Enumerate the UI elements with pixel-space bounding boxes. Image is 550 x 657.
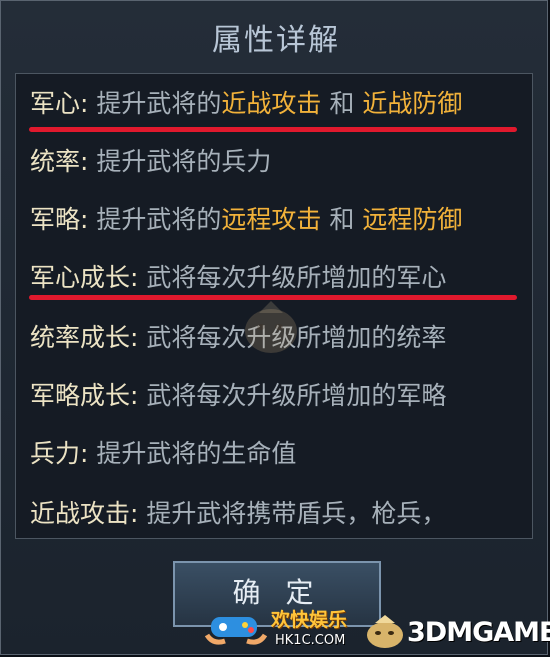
site-url-watermark: HK1C.COM [275,633,346,648]
attribute-term: 近战攻击 [30,499,131,528]
attribute-desc: 提升武将的 [96,89,222,118]
attribute-row-strategy: 军略: 提升武将的远程攻击 和 远程防御 [30,200,462,240]
highlight-melee-attack: 近战攻击 [221,89,322,118]
attribute-term: 军略 [30,205,81,234]
attribute-term: 统率 [30,147,81,176]
attribute-row-morale: 军心: 提升武将的近战攻击 和 近战防御 [30,84,462,124]
separator: : [80,89,97,118]
mascot-logo-icon [367,615,403,648]
attribute-row-morale-growth: 军心成长: 武将每次升级所增加的军心 [30,258,446,298]
attribute-dialog: 属性详解 军心: 提升武将的近战攻击 和 近战防御 统率: 提升武将的兵力 军略… [0,0,550,655]
highlight-melee-defense: 近战防御 [362,89,463,118]
separator: : [130,381,147,410]
highlight-ranged-attack: 远程攻击 [221,205,322,234]
separator: : [80,439,97,468]
attribute-term: 兵力 [30,439,81,468]
attribute-term: 军心成长 [30,263,131,292]
attribute-desc: 提升武将的 [96,205,222,234]
attribute-term: 军心 [30,89,81,118]
gamepad-icon [204,617,268,645]
attribute-row-melee-attack: 近战攻击: 提升武将携带盾兵，枪兵， [30,494,446,534]
attribute-desc: 提升武将的生命值 [96,439,297,468]
attribute-desc: 武将每次升级所增加的军心 [146,263,447,292]
annotation-underline [29,127,517,132]
attribute-desc: 武将每次升级所增加的军略 [146,381,447,410]
attribute-row-troops: 兵力: 提升武将的生命值 [30,434,296,474]
conjunction: 和 [321,89,363,118]
attribute-desc: 提升武将的兵力 [96,147,272,176]
attribute-term: 军略成长 [30,381,131,410]
separator: : [130,499,147,528]
attribute-term: 统率成长 [30,323,131,352]
attribute-row-command: 统率: 提升武将的兵力 [30,142,271,182]
separator: : [130,323,147,352]
attribute-row-strategy-growth: 军略成长: 武将每次升级所增加的军略 [30,376,446,416]
mascot-watermark [245,301,297,353]
conjunction: 和 [321,205,363,234]
separator: : [80,205,97,234]
dialog-title: 属性详解 [212,23,340,58]
attribute-desc: 提升武将携带盾兵，枪兵， [146,499,447,528]
site-name-watermark: 欢快娱乐 [271,609,348,631]
separator: : [80,147,97,176]
highlight-ranged-defense: 远程防御 [362,205,463,234]
separator: : [130,263,147,292]
brand-watermark: 3DMGAME [407,617,550,648]
